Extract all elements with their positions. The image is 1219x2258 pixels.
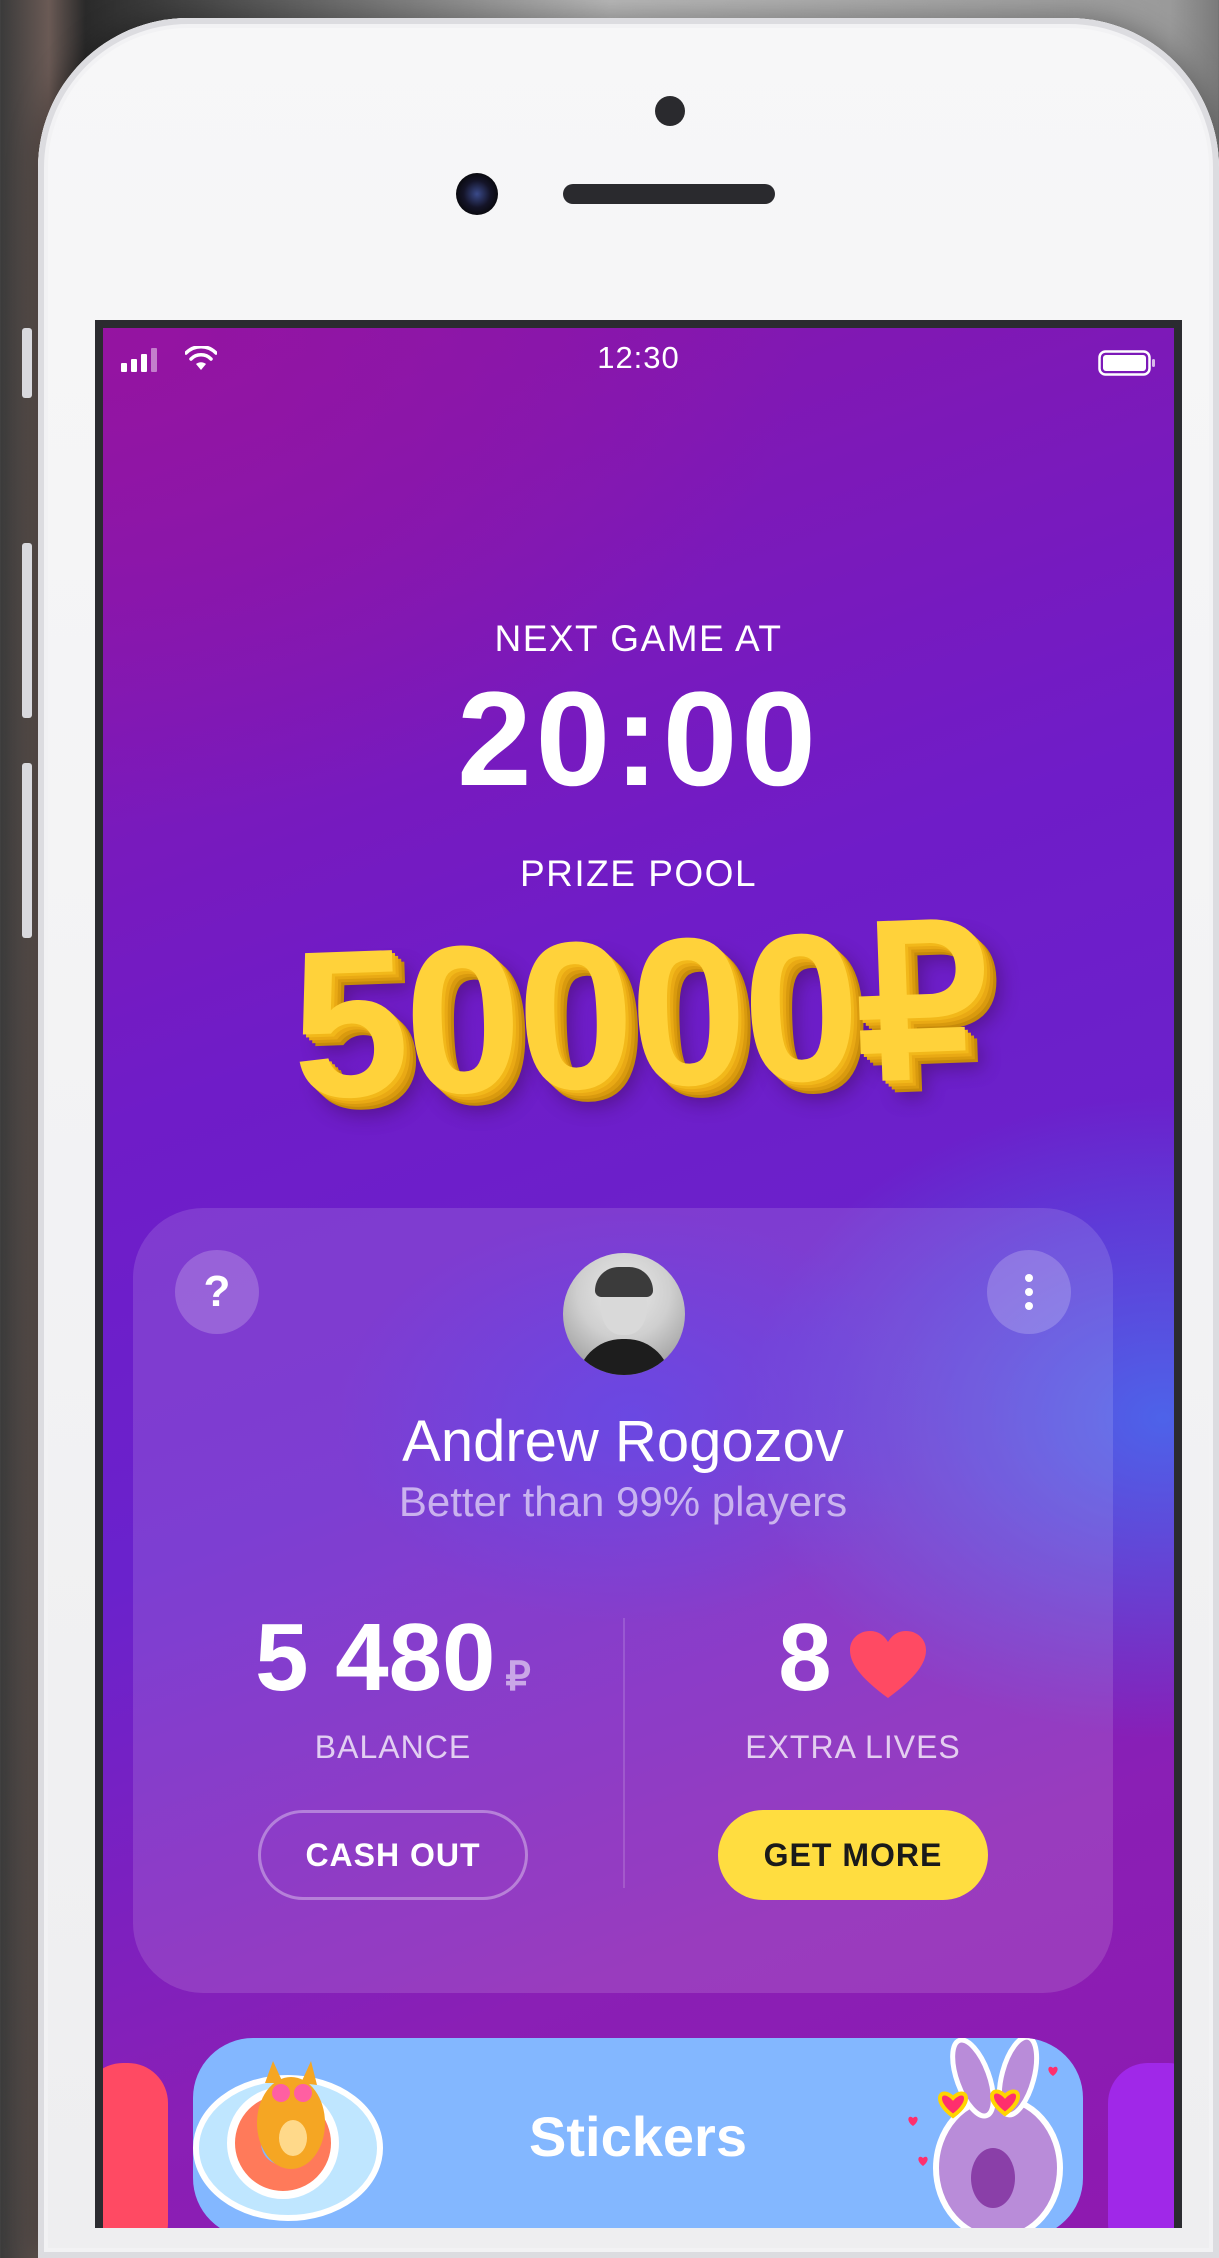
prize-pool-amount: 50000₽ bbox=[287, 883, 990, 1144]
status-time: 12:30 bbox=[597, 340, 680, 375]
more-options-button[interactable] bbox=[987, 1250, 1071, 1334]
help-icon: ? bbox=[203, 1267, 231, 1316]
lives-value: 8 bbox=[778, 1604, 832, 1711]
get-more-button[interactable]: GET MORE bbox=[718, 1810, 988, 1900]
avatar[interactable] bbox=[563, 1253, 685, 1375]
lives-label: EXTRA LIVES bbox=[745, 1729, 961, 1765]
rabbit-sticker-icon bbox=[908, 2038, 1063, 2228]
app-screen: 12:30 NEXT GAME AT 20:00 PRIZE POOL 5000… bbox=[95, 320, 1182, 2228]
cash-out-button[interactable]: CASH OUT bbox=[258, 1810, 528, 1900]
battery-icon bbox=[1098, 350, 1155, 376]
earpiece-speaker bbox=[563, 184, 775, 204]
volume-up-button bbox=[22, 543, 32, 718]
user-name: Andrew Rogozov bbox=[402, 1409, 844, 1474]
mute-switch bbox=[22, 328, 32, 398]
help-button[interactable]: ? bbox=[175, 1250, 259, 1334]
heart-icon bbox=[849, 1630, 926, 1698]
balance-value: 5 480 bbox=[255, 1604, 496, 1711]
next-game-time: 20:00 bbox=[457, 665, 820, 814]
profile-card: ? Andrew Rogozov Better than 99% players… bbox=[133, 1208, 1113, 1993]
balance-value-row: 5 480 ₽ bbox=[163, 1603, 623, 1713]
balance-currency: ₽ bbox=[505, 1655, 531, 1699]
more-icon bbox=[1025, 1274, 1033, 1310]
carousel-tile-next[interactable] bbox=[1108, 2063, 1174, 2228]
front-camera bbox=[456, 173, 498, 215]
carousel-tile-prev[interactable] bbox=[103, 2063, 168, 2228]
lives-section: 8 EXTRA LIVES GET MORE bbox=[623, 1603, 1083, 1900]
user-rank: Better than 99% players bbox=[398, 1478, 848, 1525]
volume-down-button bbox=[22, 763, 32, 938]
stickers-tile[interactable]: Stickers bbox=[193, 2038, 1083, 2228]
balance-section: 5 480 ₽ BALANCE CASH OUT bbox=[163, 1603, 623, 1900]
sensor-dot bbox=[655, 96, 685, 126]
balance-label: BALANCE bbox=[314, 1729, 472, 1765]
feature-carousel: Stickers bbox=[103, 2038, 1174, 2228]
next-game-label: NEXT GAME AT bbox=[494, 618, 783, 659]
lives-value-row: 8 bbox=[623, 1603, 1083, 1713]
status-bar: 12:30 bbox=[103, 328, 1174, 388]
